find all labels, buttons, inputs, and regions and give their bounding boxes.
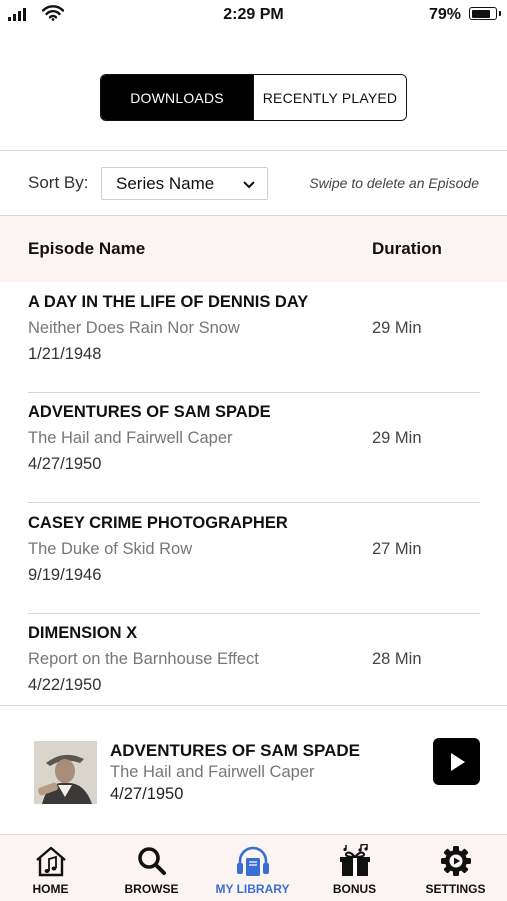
play-icon [451,753,465,771]
table-row[interactable]: ADVENTURES OF SAM SPADE The Hail and Fai… [0,393,507,503]
tab-label: BROWSE [124,882,179,896]
swipe-hint: Swipe to delete an Episode [309,175,479,191]
now-playing-bar[interactable]: ADVENTURES OF SAM SPADE The Hail and Fai… [0,705,507,834]
chevron-down-icon [243,181,255,189]
tab-label: SETTINGS [425,882,486,896]
episode-date: 4/27/1950 [28,455,102,473]
tab-bar: HOME BROWSE MY LIBRARY BONUS SETTINGS [0,834,507,901]
episode-title: Report on the Barnhouse Effect [28,650,259,668]
tab-my-library[interactable]: MY LIBRARY [202,835,303,901]
tab-bonus[interactable]: BONUS [304,835,405,901]
row-divider [28,502,480,503]
tab-label: MY LIBRARY [215,882,290,896]
episode-series: ADVENTURES OF SAM SPADE [28,403,271,421]
table-header: Episode Name Duration [0,216,507,282]
home-music-icon [35,846,66,877]
now-playing-series: ADVENTURES OF SAM SPADE [110,741,360,760]
library-segmented-control: DOWNLOADS RECENTLY PLAYED [100,74,407,121]
bonus-music-icon [339,844,370,876]
sort-label: Sort By: [28,173,89,192]
tab-label: BONUS [332,882,377,896]
episode-date: 4/22/1950 [28,676,102,694]
table-row[interactable]: DIMENSION X Report on the Barnhouse Effe… [0,614,507,704]
episode-duration: 29 Min [372,319,422,337]
battery-percentage: 79% [428,6,461,23]
episode-date: 1/21/1948 [28,345,102,363]
tab-browse[interactable]: BROWSE [101,835,202,901]
tab-settings[interactable]: SETTINGS [405,835,506,901]
sort-bar: Sort By: Series Name Swipe to delete an … [0,151,507,215]
sort-select-value: Series Name [116,174,215,193]
episode-title: The Hail and Fairwell Caper [28,429,233,447]
status-bar: 2:29 PM 79% [0,0,507,30]
episode-series: A DAY IN THE LIFE OF DENNIS DAY [28,293,309,311]
episode-title: Neither Does Rain Nor Snow [28,319,240,337]
tab-downloads[interactable]: DOWNLOADS [101,75,253,120]
column-header-duration: Duration [372,239,442,258]
headphones-book-icon [236,846,269,876]
gear-icon [440,846,471,876]
episode-date: 9/19/1946 [28,566,102,584]
table-row[interactable]: A DAY IN THE LIFE OF DENNIS DAY Neither … [0,283,507,393]
now-playing-title: The Hail and Fairwell Caper [110,763,315,781]
album-art [34,741,97,804]
battery-icon [469,7,501,20]
play-button[interactable] [433,738,480,785]
episode-series: CASEY CRIME PHOTOGRAPHER [28,514,288,532]
now-playing-date: 4/27/1950 [110,785,184,803]
episode-title: The Duke of Skid Row [28,540,193,558]
column-header-episode-name: Episode Name [28,239,146,258]
sort-select[interactable]: Series Name [101,167,268,200]
tab-label: HOME [32,882,69,896]
search-icon [137,847,166,875]
episode-series: DIMENSION X [28,624,138,642]
album-art-image [34,741,97,804]
episode-duration: 29 Min [372,429,422,447]
episode-duration: 27 Min [372,540,422,558]
table-row[interactable]: CASEY CRIME PHOTOGRAPHER The Duke of Ski… [0,504,507,614]
tab-recently-played[interactable]: RECENTLY PLAYED [253,75,406,120]
episode-duration: 28 Min [372,650,422,668]
tab-home[interactable]: HOME [0,835,101,901]
